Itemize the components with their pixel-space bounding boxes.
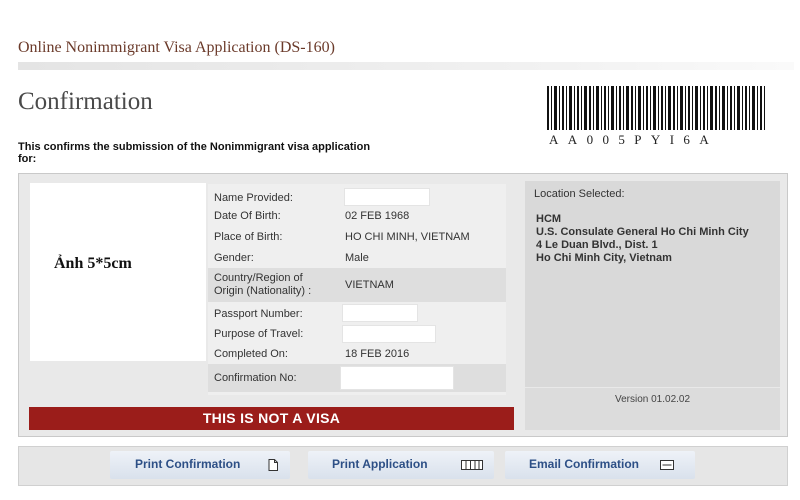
print-application-label: Print Application: [332, 457, 428, 471]
applicant-info-table: Name Provided: Date Of Birth: 02 FEB 196…: [208, 184, 506, 395]
passport-label: Passport Number:: [214, 308, 303, 320]
completed-label: Completed On:: [214, 348, 288, 360]
pob-label: Place of Birth:: [214, 231, 283, 243]
row-place-of-birth: Place of Birth: HO CHI MINH, VIETNAM: [208, 227, 506, 248]
print-application-button[interactable]: Print Application: [308, 451, 494, 479]
location-label: Location Selected:: [534, 188, 625, 200]
name-label: Name Provided:: [214, 192, 293, 204]
document-icon: [268, 459, 278, 471]
row-passport: Passport Number:: [208, 302, 506, 324]
gender-value: Male: [345, 252, 369, 264]
country-value: VIETNAM: [345, 279, 394, 291]
confirmation-label: Confirmation No:: [214, 372, 297, 384]
intro-text: This confirms the submission of the Noni…: [18, 141, 371, 165]
row-completed: Completed On: 18 FEB 2016: [208, 345, 506, 364]
barcode-image: [547, 86, 765, 130]
purpose-value-redacted: [342, 325, 436, 343]
passport-value-redacted: [342, 304, 418, 322]
dob-value: 02 FEB 1968: [345, 210, 410, 222]
location-line-2: 4 Le Duan Blvd., Dist. 1: [536, 239, 658, 251]
row-country: Country/Region of Origin (Nationality) :…: [208, 268, 506, 302]
country-label-line2: Origin (Nationality) :: [214, 285, 312, 297]
print-confirmation-button[interactable]: Print Confirmation: [110, 451, 290, 479]
page-title: Confirmation: [18, 88, 153, 115]
envelope-icon: [660, 460, 674, 470]
row-purpose: Purpose of Travel:: [208, 324, 506, 345]
print-confirmation-label: Print Confirmation: [135, 457, 241, 471]
email-confirmation-button[interactable]: Email Confirmation: [505, 451, 695, 479]
location-code: HCM: [536, 213, 562, 225]
row-name: Name Provided:: [208, 188, 506, 206]
gender-label: Gender:: [214, 252, 254, 264]
row-dob: Date Of Birth: 02 FEB 1968: [208, 206, 506, 227]
purpose-label: Purpose of Travel:: [214, 328, 304, 340]
location-line-3: Ho Chi Minh City, Vietnam: [536, 252, 672, 264]
title-divider: [18, 62, 794, 70]
barcode-number: AA005PYI6A: [549, 132, 719, 147]
multi-page-icon: [461, 460, 483, 470]
email-confirmation-label: Email Confirmation: [529, 457, 640, 471]
completed-value: 18 FEB 2016: [345, 348, 410, 360]
location-panel: [525, 181, 780, 387]
confirmation-value-redacted: [340, 366, 454, 390]
row-confirmation-number: Confirmation No:: [208, 364, 506, 392]
not-a-visa-banner: THIS IS NOT A VISA: [29, 407, 514, 430]
version-text: Version 01.02.02: [614, 394, 691, 405]
photo-label: Ảnh 5*5cm: [54, 255, 132, 272]
row-gender: Gender: Male: [208, 248, 506, 268]
app-title: Online Nonimmigrant Visa Application (DS…: [18, 39, 335, 56]
location-address: HCM U.S. Consulate General Ho Chi Minh C…: [536, 213, 749, 265]
name-value-redacted: [344, 188, 430, 206]
dob-label: Date Of Birth:: [214, 210, 281, 222]
country-label-line1: Country/Region of: [214, 272, 303, 284]
pob-value: HO CHI MINH, VIETNAM: [345, 231, 470, 243]
location-line-1: U.S. Consulate General Ho Chi Minh City: [536, 226, 749, 238]
